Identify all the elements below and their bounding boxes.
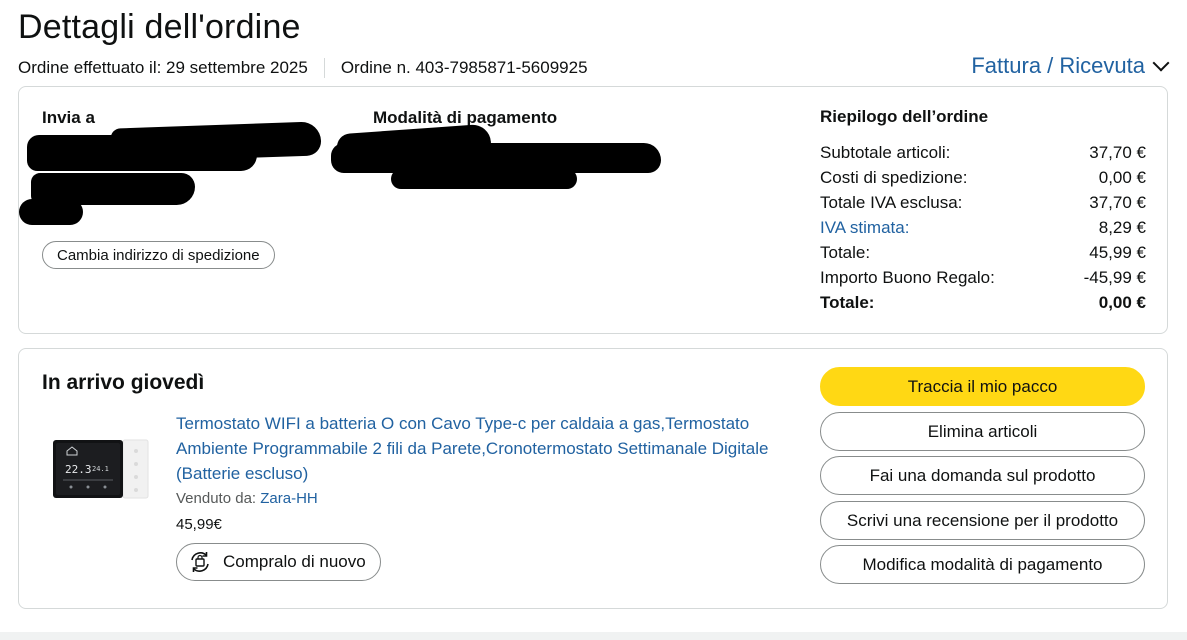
chevron-down-icon — [1152, 54, 1170, 72]
summary-label: Totale IVA esclusa: — [820, 193, 963, 212]
change-address-button[interactable]: Cambia indirizzo di spedizione — [42, 241, 275, 269]
page-title: Dettagli dell'ordine — [18, 8, 301, 46]
redacted-payment-line — [391, 169, 577, 189]
summary-value: 45,99 € — [1089, 243, 1146, 262]
footer-divider — [0, 632, 1187, 640]
summary-row-net-total: Totale IVA esclusa: 37,70 € — [820, 190, 1146, 215]
thumb-temp-set: 24.1 — [92, 465, 109, 473]
track-package-button[interactable]: Traccia il mio pacco — [820, 367, 1145, 406]
ship-to-heading: Invia a — [42, 108, 95, 127]
vat-estimate-link[interactable]: IVA stimata: — [820, 215, 909, 240]
summary-value: 0,00 € — [1098, 293, 1146, 312]
order-summary: Riepilogo dell’ordine Subtotale articoli… — [820, 107, 1146, 315]
order-number: Ordine n. 403-7985871-5609925 — [340, 58, 588, 77]
meta-divider — [323, 58, 325, 78]
shipment-card: In arrivo giovedì 22.3 24.1 Termostato W… — [18, 348, 1168, 609]
summary-value: -45,99 € — [1083, 268, 1146, 287]
summary-row-vat: IVA stimata: 8,29 € — [820, 215, 1146, 240]
sold-by-label: Venduto da: — [176, 490, 257, 507]
summary-value: 8,29 € — [1098, 218, 1146, 237]
invoice-label: Fattura / Ricevuta — [971, 53, 1145, 78]
order-info-card: Invia a Cambia indirizzo di spedizione M… — [18, 86, 1168, 334]
write-review-button[interactable]: Scrivi una recensione per il prodotto — [820, 501, 1145, 540]
seller-line: Venduto da: Zara-HH — [176, 490, 318, 507]
summary-label: Totale: — [820, 293, 875, 312]
item-price: 45,99€ — [176, 516, 222, 533]
thumb-temp-main: 22.3 — [65, 463, 92, 476]
summary-heading: Riepilogo dell’ordine — [820, 107, 989, 126]
delivery-status: In arrivo giovedì — [42, 371, 205, 394]
summary-row-shipping: Costi di spedizione: 0,00 € — [820, 165, 1146, 190]
refresh-cart-icon — [191, 552, 209, 572]
summary-value: 37,70 € — [1089, 143, 1146, 162]
summary-row-total: Totale: 45,99 € — [820, 240, 1146, 265]
order-meta: Ordine effettuato il: 29 settembre 2025 … — [18, 58, 588, 78]
seller-link[interactable]: Zara-HH — [260, 490, 318, 507]
remove-items-button[interactable]: Elimina articoli — [820, 412, 1145, 451]
product-thumbnail[interactable]: 22.3 24.1 — [51, 437, 149, 501]
summary-label: Importo Buono Regalo: — [820, 268, 995, 287]
change-payment-button[interactable]: Modifica modalità di pagamento — [820, 545, 1145, 584]
invoice-dropdown[interactable]: Fattura / Ricevuta — [971, 53, 1170, 79]
redacted-address-line — [27, 135, 257, 171]
ask-question-button[interactable]: Fai una domanda sul prodotto — [820, 456, 1145, 495]
summary-label: Totale: — [820, 243, 871, 262]
summary-value: 0,00 € — [1098, 168, 1146, 187]
summary-row-grand-total: Totale: 0,00 € — [820, 290, 1146, 315]
order-date: Ordine effettuato il: 29 settembre 2025 — [18, 58, 308, 77]
buy-again-label: Compralo di nuovo — [223, 552, 366, 571]
summary-row-gift-card: Importo Buono Regalo: -45,99 € — [820, 265, 1146, 290]
buy-again-button[interactable]: Compralo di nuovo — [176, 543, 381, 581]
product-title-link[interactable]: Termostato WIFI a batteria O con Cavo Ty… — [176, 411, 786, 486]
summary-label: Subtotale articoli: — [820, 143, 951, 162]
summary-row-subtotal: Subtotale articoli: 37,70 € — [820, 140, 1146, 165]
summary-label: Costi di spedizione: — [820, 168, 968, 187]
summary-value: 37,70 € — [1089, 193, 1146, 212]
redacted-address-line — [19, 199, 83, 225]
